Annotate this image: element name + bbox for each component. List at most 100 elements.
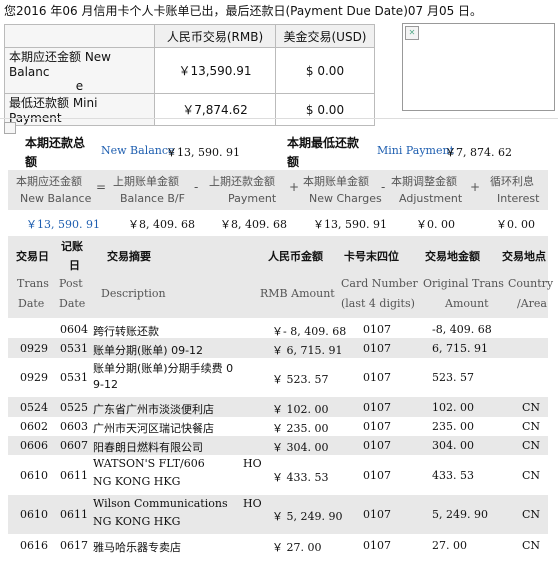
th-orig-amount-en-1: Original Trans: [423, 277, 504, 290]
formula-op-2: -: [194, 180, 199, 194]
table-row: 0610 0611 WATSON'S FLT/606 NG KONG HKG HO ￥ 4…: [8, 455, 548, 495]
broken-image-icon: ✕: [405, 26, 419, 40]
row-description-tail: HO: [243, 457, 262, 470]
formula-value-new-charges: ￥13, 590. 91: [313, 218, 387, 231]
summary-new-balance-usd: $ 0.00: [275, 47, 375, 94]
formula-cn-new-balance: 本期应还金额: [16, 175, 82, 188]
formula-value-balance-bf: ￥8, 409. 68: [128, 218, 195, 231]
formula-op-4: -: [381, 180, 386, 194]
th-card-number-en-1: Card Number: [341, 277, 418, 290]
formula-cn-interest: 循环利息: [490, 175, 534, 188]
row-description-line1: 跨行转账还款: [93, 325, 159, 338]
new-balance-value: ￥13, 590. 91: [166, 146, 240, 159]
formula-cn-adjustment: 本期调整金额: [391, 175, 457, 188]
formula-en-payment: Payment: [228, 192, 277, 205]
th-orig-amount-cn: 交易地金额: [425, 250, 480, 263]
row-post-date: 0611: [60, 508, 88, 521]
row-rmb-amount: ￥ 304. 00: [272, 441, 329, 454]
th-area-en-2: /Area: [517, 297, 547, 310]
th-trans-en-1: Trans: [17, 277, 49, 290]
summary-label-new-balance-line2: e: [75, 79, 84, 93]
row-rmb-amount: ￥ 27. 00: [272, 541, 322, 554]
th-area-en-1: Country: [508, 277, 554, 290]
row-rmb-amount: ￥ 6, 715. 91: [272, 344, 343, 357]
row-post-date: 0531: [60, 371, 88, 384]
th-card-number-cn: 卡号末四位: [344, 250, 399, 263]
row-orig-amount: 304. 00: [432, 439, 474, 452]
row-orig-amount: 5, 249. 90: [432, 508, 488, 521]
row-description-line1: Wilson Communications: [93, 497, 228, 510]
row-area: CN: [522, 420, 541, 433]
row-trans-date: 0610: [20, 508, 48, 521]
row-trans-date: 0610: [20, 469, 48, 482]
formula-value-interest: ￥0. 00: [496, 218, 535, 231]
row-card-number: 0107: [363, 508, 391, 521]
summary-new-balance-rmb: ￥13,590.91: [154, 47, 276, 94]
row-card-number: 0107: [363, 401, 391, 414]
row-rmb-amount: ￥- 8, 409. 68: [272, 325, 347, 338]
row-post-date: 0611: [60, 469, 88, 482]
formula-en-new-charges: New Charges: [309, 192, 382, 205]
row-orig-amount: 235. 00: [432, 420, 474, 433]
small-image-icon: [4, 122, 16, 134]
row-description-line2: NG KONG HKG: [93, 475, 181, 488]
row-description-line2: 9-12: [93, 378, 118, 391]
th-orig-amount-en-2: Amount: [445, 297, 489, 310]
row-post-date: 0607: [60, 439, 88, 452]
row-card-number: 0107: [363, 342, 391, 355]
th-post-en-2: Date: [59, 297, 86, 310]
min-payment-label-cn-2: 额: [287, 155, 300, 169]
formula-en-new-balance: New Balance: [20, 192, 92, 205]
summary-header-rmb: 人民币交易(RMB): [154, 24, 276, 48]
row-card-number: 0107: [363, 323, 391, 336]
formula-value-adjustment: ￥0. 00: [416, 218, 455, 231]
row-rmb-amount: ￥ 523. 57: [272, 373, 329, 386]
row-trans-date: 0606: [20, 439, 48, 452]
broken-image-placeholder: ✕: [402, 23, 555, 111]
table-row: 0606 0607 阳春朗日燃料有限公司 ￥ 304. 00 0107 304. 00 CN: [8, 436, 548, 455]
th-rmb-amount-en: RMB Amount: [260, 287, 335, 300]
table-row: 0602 0603 广州市天河区瑞记快餐店 ￥ 235. 00 0107 235. 00 C…: [8, 417, 548, 436]
row-orig-amount: 523. 57: [432, 371, 474, 384]
row-post-date: 0617: [60, 539, 88, 552]
formula-en-balance-bf: Balance B/F: [120, 192, 185, 205]
th-description-en: Description: [101, 287, 166, 300]
table-row: 0929 0531 账单分期(账单) 09-12 ￥ 6, 715. 91 0107 6,…: [8, 338, 548, 358]
section-divider: [0, 118, 558, 119]
table-row: 0604 跨行转账还款 ￥- 8, 409. 68 0107 -8, 409. 68: [8, 320, 548, 338]
formula-en-adjustment: Adjustment: [399, 192, 463, 205]
summary-min-payment-rmb: ￥7,874.62: [154, 93, 276, 126]
th-trans-date-cn: 交易日: [16, 250, 49, 263]
row-post-date: 0604: [60, 323, 88, 336]
th-area-cn: 交易地点: [502, 250, 546, 263]
row-area: CN: [522, 401, 541, 414]
th-trans-en-2: Date: [18, 297, 45, 310]
row-description-line1: WATSON'S FLT/606: [93, 457, 205, 470]
summary-label-new-balance-line1: 本期应还金额 New Balanc: [9, 50, 111, 79]
row-trans-date: 0616: [20, 539, 48, 552]
row-area: CN: [522, 469, 541, 482]
row-orig-amount: 6, 715. 91: [432, 342, 488, 355]
statement-notice: 您2016 年06 月信用卡个人卡账单已出，最后还款日(Payment Due …: [4, 4, 483, 18]
row-trans-date: 0929: [20, 342, 48, 355]
row-description-line2: NG KONG HKG: [93, 515, 181, 528]
table-row: 0610 0611 Wilson Communications NG KONG HKG…: [8, 495, 548, 534]
row-post-date: 0531: [60, 342, 88, 355]
th-rmb-amount-cn: 人民币金额: [268, 250, 323, 263]
formula-op-1: =: [96, 180, 107, 194]
table-row: 0616 0617 雅马哈乐器专卖店 ￥ 27. 00 0107 27. 00 CN: [8, 534, 548, 556]
row-trans-date: 0524: [20, 401, 48, 414]
summary-label-new-balance: 本期应还金额 New Balanc e: [4, 47, 155, 94]
formula-cn-balance-bf: 上期账单金额: [113, 175, 179, 188]
row-card-number: 0107: [363, 469, 391, 482]
row-rmb-amount: ￥ 235. 00: [272, 422, 329, 435]
row-card-number: 0107: [363, 439, 391, 452]
row-description-line1: 广东省广州市淡淡便利店: [93, 403, 214, 416]
th-post-date-cn-1: 记账: [61, 240, 83, 253]
new-balance-label-cn-1: 本期还款总: [25, 136, 86, 150]
min-payment-label-en: Mini Payment: [377, 144, 455, 157]
formula-en-interest: Interest: [497, 192, 540, 205]
row-trans-date: 0602: [20, 420, 48, 433]
row-post-date: 0603: [60, 420, 88, 433]
th-post-date-cn-2: 日: [69, 259, 80, 272]
